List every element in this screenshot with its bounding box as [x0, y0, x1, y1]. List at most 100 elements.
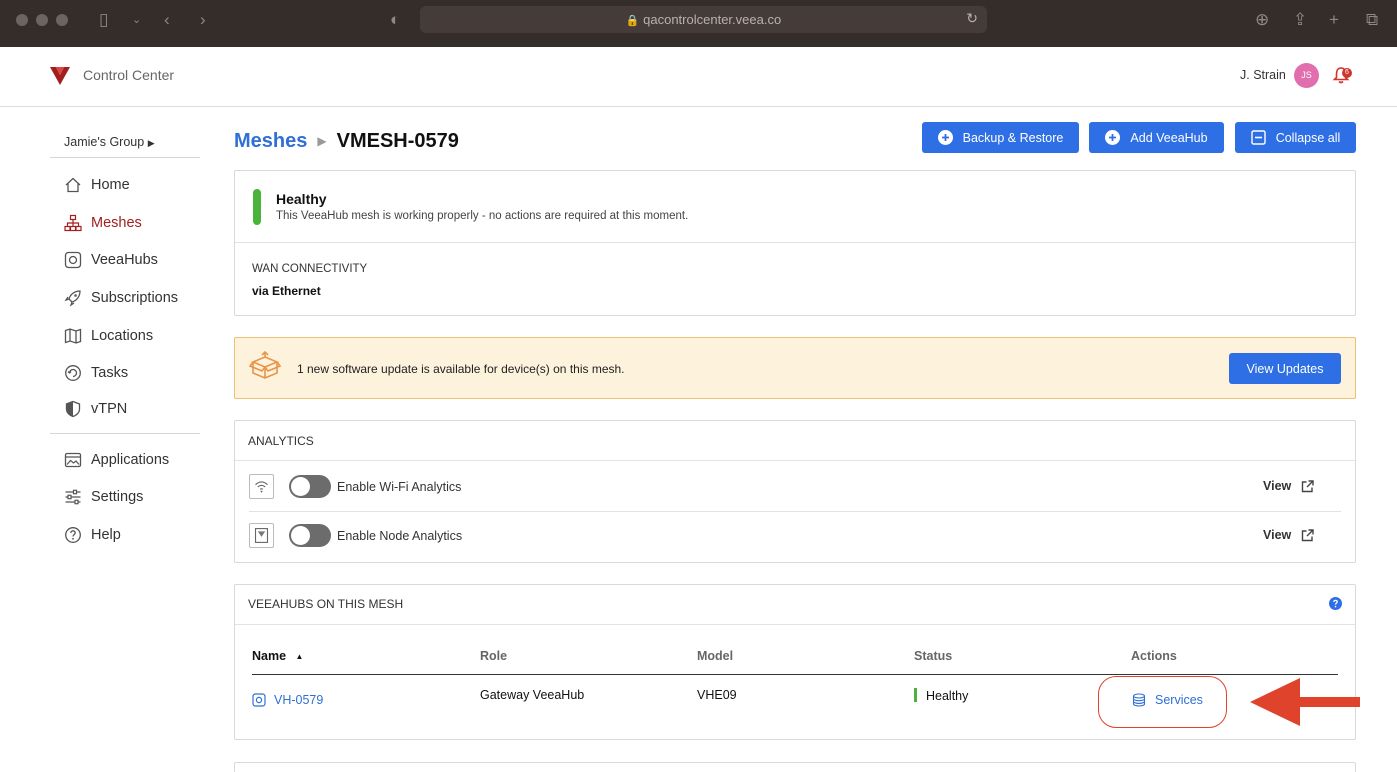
- card-divider: [235, 460, 1355, 461]
- veeahub-name-link[interactable]: VH-0579: [252, 693, 323, 707]
- sidebar-item-subscriptions[interactable]: Subscriptions: [64, 287, 178, 309]
- card-divider: [235, 624, 1355, 625]
- veea-logo-icon[interactable]: [50, 67, 70, 85]
- mesh-icon: [64, 214, 82, 232]
- column-header-status: Status: [914, 649, 953, 663]
- veeahub-icon: [252, 693, 266, 707]
- shield-icon[interactable]: ◐: [390, 10, 400, 30]
- close-window-button[interactable]: [16, 14, 28, 26]
- add-veeahub-button[interactable]: Add VeeaHub: [1089, 122, 1224, 153]
- minus-square-icon: [1250, 130, 1266, 145]
- notification-badge: 6: [1342, 68, 1352, 78]
- sidebar-item-tasks[interactable]: Tasks: [64, 362, 128, 384]
- user-name[interactable]: J. Strain: [1240, 68, 1286, 82]
- veeahub-status: Healthy: [914, 688, 968, 703]
- sidebar-item-settings[interactable]: Settings: [64, 486, 143, 508]
- tabs-icon[interactable]: ⧉: [1366, 10, 1378, 30]
- package-icon: [249, 350, 281, 379]
- wifi-analytics-view-link[interactable]: View: [1263, 479, 1314, 493]
- applications-icon: [64, 452, 82, 468]
- node-icon: [249, 523, 274, 548]
- column-header-name[interactable]: Name ▲: [252, 649, 303, 663]
- sidebar-item-applications[interactable]: Applications: [64, 449, 169, 471]
- node-analytics-label: Enable Node Analytics: [337, 529, 463, 543]
- app-title: Control Center: [83, 67, 175, 83]
- software-update-banner: 1 new software update is available for d…: [234, 337, 1356, 399]
- veeahub-role: Gateway VeeaHub: [480, 688, 585, 702]
- wan-connectivity-label: WAN CONNECTIVITY: [252, 263, 368, 275]
- address-bar[interactable]: 🔒 qacontrolcenter.veea.co ↻: [420, 6, 987, 33]
- annotation-arrow-icon: [1250, 678, 1360, 726]
- health-description: This VeeaHub mesh is working properly - …: [276, 210, 689, 222]
- share-icon[interactable]: ⇪: [1293, 10, 1307, 30]
- question-circle-icon[interactable]: [1329, 597, 1342, 610]
- wifi-icon: [249, 474, 274, 499]
- veeahub-model: VHE09: [697, 688, 737, 702]
- wifi-analytics-toggle[interactable]: [289, 475, 331, 498]
- download-icon[interactable]: ⊕: [1255, 10, 1269, 30]
- sidebar-icon[interactable]: ▯: [99, 10, 108, 30]
- sidebar-item-help[interactable]: Help: [64, 524, 121, 546]
- sidebar-item-vtpn[interactable]: vTPN: [64, 398, 127, 420]
- wan-connectivity-value: via Ethernet: [252, 284, 321, 298]
- sidebar-item-meshes[interactable]: Meshes: [64, 212, 142, 234]
- minimize-window-button[interactable]: [36, 14, 48, 26]
- app-header: Control Center J. Strain JS 6: [0, 47, 1397, 107]
- breadcrumb-meshes-link[interactable]: Meshes: [234, 130, 307, 152]
- forward-icon[interactable]: ›: [200, 10, 206, 30]
- sidebar-divider: [50, 433, 200, 434]
- sidebar-item-home[interactable]: Home: [64, 174, 130, 196]
- avatar[interactable]: JS: [1294, 63, 1319, 88]
- home-icon: [65, 177, 81, 193]
- veeahub-icon: [64, 251, 82, 269]
- table-header-divider: [252, 674, 1338, 675]
- plus-circle-icon: [1105, 130, 1121, 145]
- url-text[interactable]: 🔒 qacontrolcenter.veea.co: [420, 12, 987, 27]
- browser-toolbar: ▯ ⌄ ‹ › ◐ 🔒 qacontrolcenter.veea.co ↻ ⊕ …: [0, 0, 1397, 47]
- caret-right-icon: ▶: [147, 138, 155, 148]
- wifi-analytics-label: Enable Wi-Fi Analytics: [337, 480, 462, 494]
- health-status-indicator: [253, 189, 261, 225]
- page-title: VMESH-0579: [336, 130, 459, 152]
- rocket-icon: [64, 290, 81, 307]
- chevron-down-icon[interactable]: ⌄: [132, 10, 141, 30]
- plus-circle-icon: [937, 130, 953, 145]
- row-divider: [249, 511, 1341, 512]
- new-tab-icon[interactable]: +: [1329, 10, 1339, 30]
- health-card: Healthy This VeeaHub mesh is working pro…: [234, 170, 1356, 316]
- backup-restore-button[interactable]: Backup & Restore: [922, 122, 1079, 153]
- help-icon: [65, 527, 81, 543]
- external-link-icon: [1302, 528, 1314, 541]
- sliders-icon: [65, 489, 81, 505]
- annotation-highlight-ring: [1098, 676, 1227, 728]
- next-card: [234, 762, 1356, 772]
- column-header-role: Role: [480, 649, 508, 663]
- sidebar-divider: [50, 157, 200, 158]
- status-indicator: [914, 688, 917, 702]
- caret-right-icon: ▶: [317, 134, 327, 148]
- breadcrumb: Meshes ▶ VMESH-0579: [234, 130, 459, 153]
- shield-icon: [65, 400, 81, 418]
- column-header-actions: Actions: [1131, 649, 1177, 663]
- map-icon: [64, 328, 82, 344]
- sidebar-item-locations[interactable]: Locations: [64, 325, 153, 347]
- column-header-model: Model: [697, 649, 734, 663]
- sidebar-item-veeahubs[interactable]: VeeaHubs: [64, 249, 158, 271]
- analytics-title: ANALYTICS: [248, 434, 314, 448]
- collapse-all-button[interactable]: Collapse all: [1235, 122, 1356, 153]
- reload-icon[interactable]: ↻: [966, 10, 978, 27]
- node-analytics-view-link[interactable]: View: [1263, 528, 1314, 542]
- analytics-card: ANALYTICS Enable Wi-Fi Analytics View En…: [234, 420, 1356, 563]
- group-switcher[interactable]: Jamie's Group ▶: [64, 135, 155, 149]
- view-updates-button[interactable]: View Updates: [1229, 353, 1341, 384]
- tasks-icon: [65, 365, 81, 381]
- node-analytics-toggle[interactable]: [289, 524, 331, 547]
- back-icon[interactable]: ‹: [164, 10, 170, 30]
- veeahubs-title: VEEAHUBS ON THIS MESH: [248, 597, 404, 611]
- card-divider: [235, 242, 1355, 243]
- maximize-window-button[interactable]: [56, 14, 68, 26]
- update-message: 1 new software update is available for d…: [297, 362, 625, 376]
- health-title: Healthy: [276, 191, 327, 207]
- sort-ascending-icon: ▲: [295, 652, 304, 661]
- external-link-icon: [1302, 479, 1314, 492]
